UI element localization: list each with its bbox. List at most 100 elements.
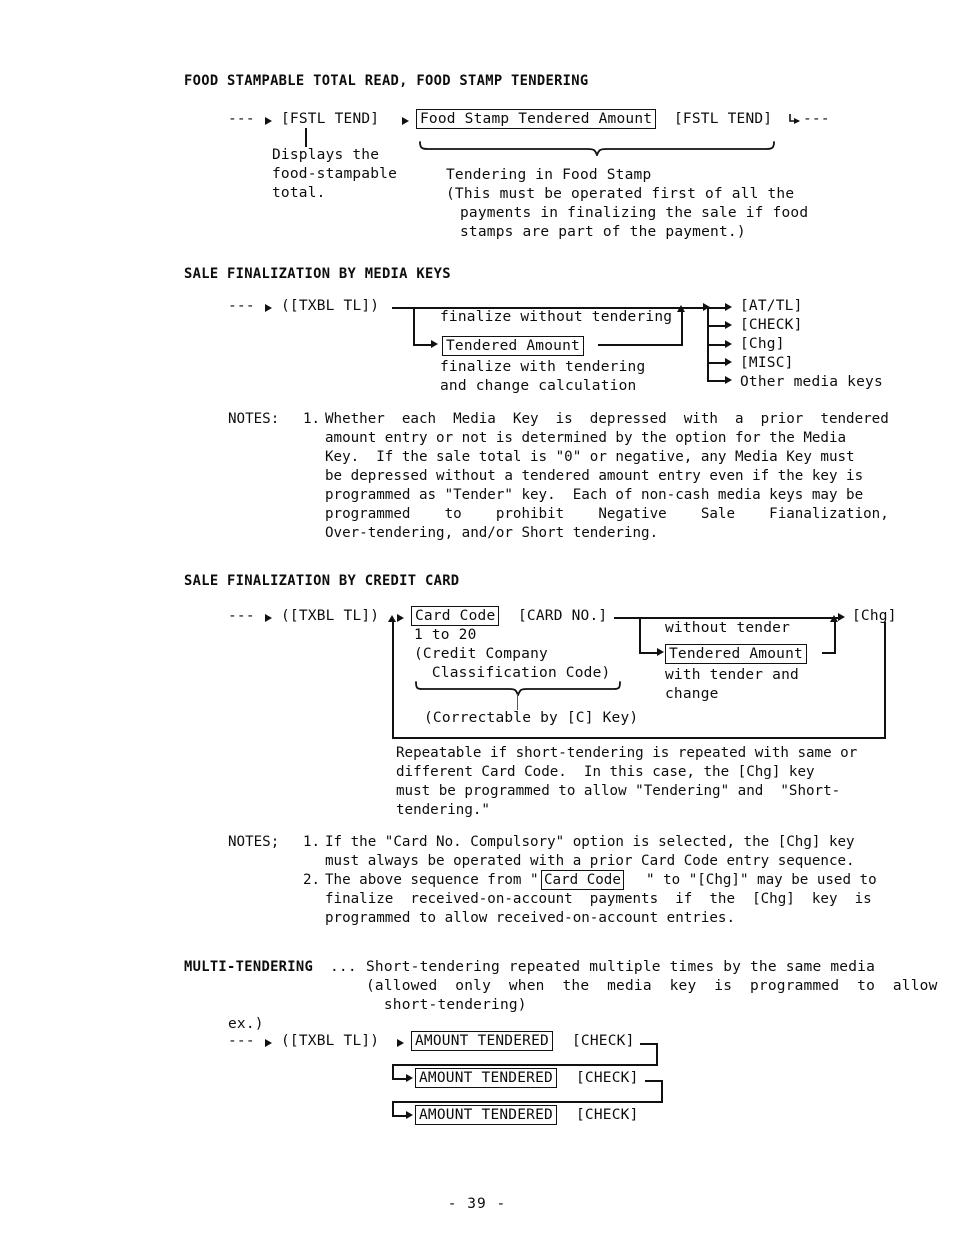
arrow-up-icon (388, 615, 396, 622)
credit-card-range: 1 to 20 (414, 627, 477, 643)
multi-tendering-desc-line-1: (allowed only when the media key is prog… (366, 978, 938, 994)
arrow-right-icon (657, 648, 664, 656)
media-keys-note-line-6: Over-tendering, and/or Short tendering. (325, 525, 659, 541)
boxed-field: AMOUNT TENDERED (411, 1031, 553, 1051)
credit-card-repeat-note-line-0: Repeatable if short-tendering is repeate… (396, 745, 858, 761)
connector-line (598, 344, 683, 346)
media-key-output-3: [MISC] (740, 355, 794, 371)
boxed-field: AMOUNT TENDERED (415, 1105, 557, 1125)
connector-line (707, 380, 727, 382)
connector-line (639, 617, 641, 653)
connector-line (392, 1064, 658, 1066)
credit-card-note-2-number: 2. (303, 872, 321, 888)
arrow-right-icon (725, 303, 732, 311)
food-stamp-brace-note-line-3: payments in finalizing the sale if food (460, 205, 809, 221)
connector-line (707, 344, 727, 346)
credit-card-with-tender-1: with tender and (665, 667, 799, 683)
food-stamp-left-note-line-3: total. (272, 185, 326, 201)
arrow-right-icon (725, 321, 732, 329)
credit-card-note-2-prefix: The above sequence from " (325, 872, 539, 888)
arrow-right-icon (838, 613, 845, 621)
food-stamp-left-note-line-1: Displays the (272, 147, 380, 163)
arrow-right-icon (397, 1039, 404, 1047)
arrow-right-icon (265, 1039, 272, 1047)
credit-card-repeat-note-line-2: must be programmed to allow "Tendering" … (396, 783, 841, 799)
connector-line (392, 1101, 394, 1116)
media-keys-branch-bottom-label-2: and change calculation (440, 378, 637, 394)
multi-tendering-row-0-media-key: [CHECK] (572, 1033, 635, 1049)
credit-card-note-1-line-1: must always be operated with a prior Car… (325, 853, 855, 869)
multi-tendering-desc-line-2: short-tendering) (366, 997, 527, 1013)
food-stamp-left-note-line-2: food-stampable (272, 166, 398, 182)
media-keys-note-line-0: Whether each Media Key is depressed with… (325, 411, 889, 427)
connector-line (517, 694, 519, 710)
boxed-field: AMOUNT TENDERED (415, 1068, 557, 1088)
section-heading-credit-card: SALE FINALIZATION BY CREDIT CARD (184, 573, 460, 589)
multi-tendering-lead-dashes: --- (228, 1033, 255, 1049)
connector-line (413, 344, 433, 346)
document-page: FOOD STAMPABLE TOTAL READ, FOOD STAMP TE… (0, 0, 954, 1239)
credit-card-start-txbl-tl: ([TXBL TL]) (281, 608, 380, 624)
media-keys-note-line-1: amount entry or not is determined by the… (325, 430, 847, 446)
media-key-output-1: [CHECK] (740, 317, 803, 333)
media-keys-note-number: 1. (303, 411, 321, 427)
media-keys-note-line-2: Key. If the sale total is "0" or negativ… (325, 449, 855, 465)
arrow-right-icon (725, 340, 732, 348)
credit-card-card-no: [CARD NO.] (518, 608, 608, 624)
arrow-right-icon (402, 117, 409, 125)
media-key-output-2: [Chg] (740, 336, 785, 352)
connector-line (305, 128, 307, 147)
arrow-right-icon (265, 614, 272, 622)
food-stamp-lead-dashes: --- (228, 111, 255, 127)
multi-tendering-row-1-media-key: [CHECK] (576, 1070, 639, 1086)
connector-line (639, 652, 659, 654)
multi-tendering-row-2-boxed-amount: AMOUNT TENDERED (415, 1105, 557, 1125)
connector-line (681, 312, 683, 345)
arrow-right-icon (406, 1074, 413, 1082)
connector-line (661, 1080, 663, 1103)
connector-line (392, 622, 394, 738)
connector-line (392, 737, 886, 739)
food-stamp-boxed-amount: Food Stamp Tendered Amount (416, 109, 657, 129)
boxed-field: Tendered Amount (442, 336, 584, 356)
credit-card-note-1-number: 1. (303, 834, 321, 850)
food-stamp-trail-dashes: --- (803, 111, 830, 127)
credit-card-repeat-note-line-3: tendering." (396, 802, 490, 818)
food-stamp-brace-note-line-2: (This must be operated first of all the (446, 186, 795, 202)
arrow-right-icon (265, 304, 272, 312)
connector-line (707, 325, 727, 327)
credit-card-note-2-line-2: programmed to allow received-on-account … (325, 910, 735, 926)
food-stamp-key-fstl-tend-1: [FSTL TEND] (281, 111, 380, 127)
credit-card-correctable-note: (Correctable by [C] Key) (424, 710, 639, 726)
multi-tendering-row-2-media-key: [CHECK] (576, 1107, 639, 1123)
section-heading-media-keys: SALE FINALIZATION BY MEDIA KEYS (184, 266, 451, 282)
media-key-output-0: [AT/TL] (740, 298, 803, 314)
food-stamp-brace-note-line-1: Tendering in Food Stamp (446, 167, 652, 183)
connector-line (392, 1101, 663, 1103)
credit-card-note-1-line-0: If the "Card No. Compulsory" option is s… (325, 834, 855, 850)
boxed-field: Card Code (411, 606, 500, 626)
multi-tendering-desc-line-0: Short-tendering repeated multiple times … (366, 959, 875, 975)
credit-card-note-2-suffix: " to "[Chg]" may be used to (646, 872, 877, 888)
connector-line (707, 307, 727, 309)
credit-card-output-chg: [Chg] (852, 608, 897, 624)
arrow-down-right-icon (788, 112, 802, 132)
media-keys-note-line-3: be depressed without a tendered amount e… (325, 468, 864, 484)
credit-card-repeat-note-line-1: different Card Code. In this case, the [… (396, 764, 815, 780)
arrow-right-icon (431, 340, 438, 348)
credit-card-lead-dashes: --- (228, 608, 255, 624)
multi-tendering-start-txbl-tl: ([TXBL TL]) (281, 1033, 380, 1049)
credit-card-note-2-line-1: finalize received-on-account payments if… (325, 891, 872, 907)
media-keys-lead-dashes: --- (228, 298, 255, 314)
connector-line (413, 307, 415, 345)
media-keys-branch-top-label: finalize without tendering (440, 309, 673, 325)
arrow-up-icon (830, 615, 838, 622)
section-heading-multi-tendering: MULTI-TENDERING (184, 959, 314, 975)
credit-card-boxed-card-code: Card Code (411, 606, 500, 626)
boxed-field: Card Code (541, 870, 624, 890)
media-keys-notes-label: NOTES: (228, 411, 280, 427)
credit-card-note-2-boxed: Card Code (541, 870, 624, 890)
arrow-right-icon (406, 1111, 413, 1119)
media-keys-start-txbl-tl: ([TXBL TL]) (281, 298, 380, 314)
connector-line (392, 1064, 394, 1079)
